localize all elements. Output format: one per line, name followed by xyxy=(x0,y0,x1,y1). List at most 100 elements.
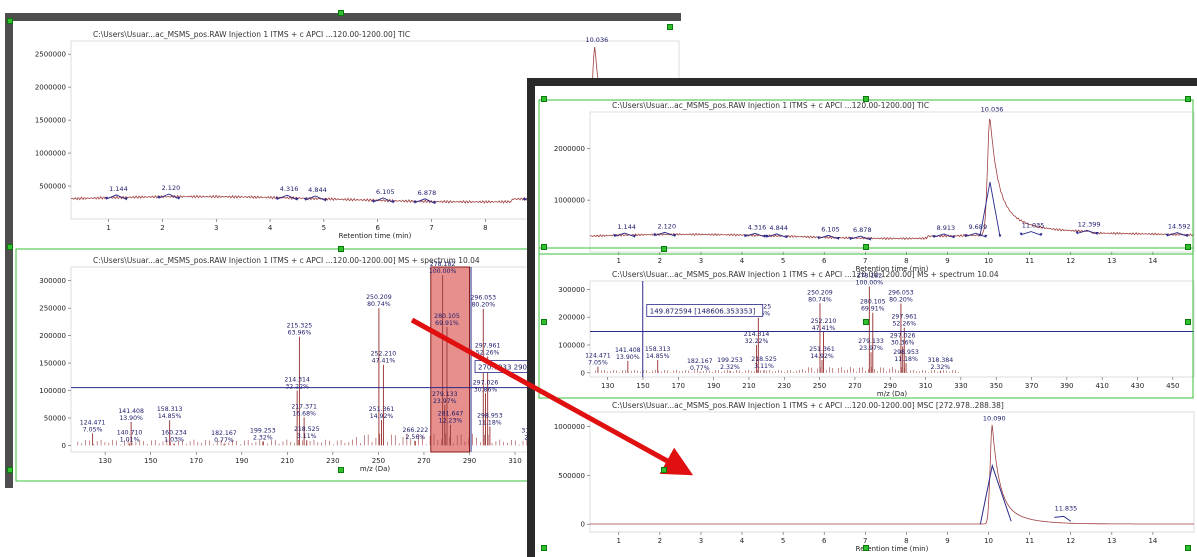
x-tick-label: 430 xyxy=(1131,382,1144,390)
chart-title-A-ms: C:\Users\Usuar...ac_MSMS_pos.RAW Injecti… xyxy=(93,256,480,265)
x-tick-label: 170 xyxy=(672,382,685,390)
peak-mz-label: 182.167 xyxy=(211,430,237,437)
resize-handle[interactable] xyxy=(863,96,869,102)
x-tick-label: 130 xyxy=(98,457,111,465)
peak-pct-label: 47.41% xyxy=(812,325,836,332)
peak-mz-label: 297.961 xyxy=(891,314,917,321)
y-tick-label: 0 xyxy=(581,369,585,377)
peak-label: 6.878 xyxy=(418,189,437,197)
y-tick-label: 2500000 xyxy=(35,51,66,59)
x-tick-label: 2 xyxy=(160,224,164,232)
resize-handle[interactable] xyxy=(863,319,869,325)
x-tick-label: 6 xyxy=(822,257,827,265)
peak-mz-label: 296.053 xyxy=(470,295,496,302)
peak-mz-label: 281.647 xyxy=(438,411,464,418)
resize-handle[interactable] xyxy=(863,244,869,250)
y-tick-label: 0 xyxy=(581,521,585,529)
plot-frame xyxy=(589,411,1195,533)
x-tick-label: 190 xyxy=(235,457,248,465)
y-tick-label: 500000 xyxy=(558,472,585,480)
x-tick-label: 14 xyxy=(1148,257,1157,265)
peak-pct-label: 100.00% xyxy=(429,268,457,275)
x-tick-label: 150 xyxy=(144,457,157,465)
resize-handle[interactable] xyxy=(1185,319,1191,325)
x-tick-label: 6 xyxy=(375,224,380,232)
resize-handle[interactable] xyxy=(338,467,344,473)
resize-handle[interactable] xyxy=(1185,545,1191,551)
chromatogram-window-front[interactable]: C:\Users\Usuar...ac_MSMS_pos.RAW Injecti… xyxy=(527,78,1197,557)
peak-pct-label: 80.20% xyxy=(889,297,913,304)
peak-pct-label: 69.91% xyxy=(435,320,459,327)
y-tick-label: 1500000 xyxy=(35,117,66,125)
peak-label: 12.399 xyxy=(1078,220,1101,228)
peak-mz-label: 199.253 xyxy=(717,357,743,364)
resize-handle[interactable] xyxy=(7,244,13,250)
x-tick-label: 5 xyxy=(781,537,785,545)
resize-handle[interactable] xyxy=(7,467,13,473)
resize-handle[interactable] xyxy=(338,10,344,16)
peak-mz-label: 158.313 xyxy=(645,346,671,353)
peak-mz-label: 297.961 xyxy=(475,342,501,349)
peak-mz-label: 141.408 xyxy=(118,408,144,415)
peak-mz-label: 318.384 xyxy=(928,357,954,364)
plot-frame xyxy=(589,111,1195,253)
y-tick-label: 500000 xyxy=(39,183,66,191)
y-tick-label: 300000 xyxy=(558,286,585,294)
x-tick-label: 210 xyxy=(742,382,755,390)
y-tick-label: 2000000 xyxy=(35,84,66,92)
x-tick-label: 9 xyxy=(945,257,949,265)
peak-pct-label: 13.90% xyxy=(119,415,143,422)
resize-handle[interactable] xyxy=(667,24,673,30)
peak-label: 10.090 xyxy=(983,415,1006,423)
x-tick-label: 410 xyxy=(1095,382,1108,390)
y-tick-label: 2000000 xyxy=(554,145,585,153)
x-tick-label: 13 xyxy=(1107,257,1116,265)
x-tick-label: 4 xyxy=(268,224,273,232)
x-tick-label: 11 xyxy=(1025,537,1034,545)
x-tick-label: 1 xyxy=(106,224,110,232)
resize-handle[interactable] xyxy=(1185,244,1191,250)
resize-handle[interactable] xyxy=(863,545,869,551)
baseline-marker xyxy=(998,234,1002,238)
x-tick-label: 2 xyxy=(658,537,662,545)
peak-mz-label: 251.361 xyxy=(809,346,835,353)
peak-pct-label: 11.18% xyxy=(478,419,502,426)
x-tick-label: 8 xyxy=(904,257,908,265)
x-tick-label: 13 xyxy=(1107,537,1116,545)
resize-handle[interactable] xyxy=(1185,96,1191,102)
peak-label: 1.144 xyxy=(109,185,128,193)
peak-mz-label: 214.314 xyxy=(744,331,770,338)
peak-mz-label: 279.133 xyxy=(858,338,884,345)
x-axis-label: m/z (Da) xyxy=(877,390,907,398)
y-tick-label: 1000000 xyxy=(35,150,66,158)
x-tick-label: 290 xyxy=(884,382,897,390)
resize-handle[interactable] xyxy=(541,545,547,551)
x-tick-label: 390 xyxy=(1060,382,1073,390)
y-tick-label: 1000000 xyxy=(554,423,585,431)
y-tick-label: 100000 xyxy=(39,387,66,395)
resize-handle[interactable] xyxy=(661,467,667,473)
resize-handle[interactable] xyxy=(541,244,547,250)
y-tick-label: 1000000 xyxy=(554,197,585,205)
resize-handle[interactable] xyxy=(7,18,13,24)
x-axis-label: Retention time (min) xyxy=(339,232,412,240)
x-tick-label: 450 xyxy=(1166,382,1179,390)
peak-pct-label: 80.74% xyxy=(808,296,832,303)
x-tick-label: 250 xyxy=(372,457,385,465)
y-tick-label: 0 xyxy=(62,442,66,450)
peak-pct-label: 13.90% xyxy=(616,354,640,361)
peak-mz-label: 297.026 xyxy=(473,379,499,386)
resize-handle[interactable] xyxy=(338,246,344,252)
x-tick-label: 310 xyxy=(508,457,521,465)
resize-handle[interactable] xyxy=(541,96,547,102)
peak-pct-label: 32.22% xyxy=(285,384,309,391)
chart-title-B-msc: C:\Users\Usuar...ac_MSMS_pos.RAW Injecti… xyxy=(612,401,1004,410)
x-tick-label: 7 xyxy=(863,537,867,545)
peak-mz-label: 250.209 xyxy=(807,289,833,296)
resize-handle[interactable] xyxy=(541,319,547,325)
resize-handle[interactable] xyxy=(661,246,667,252)
peak-pct-label: 14.85% xyxy=(646,353,670,360)
peak-mz-label: 250.209 xyxy=(366,294,392,301)
peak-mz-label: 158.313 xyxy=(157,406,183,413)
x-tick-label: 350 xyxy=(990,382,1003,390)
